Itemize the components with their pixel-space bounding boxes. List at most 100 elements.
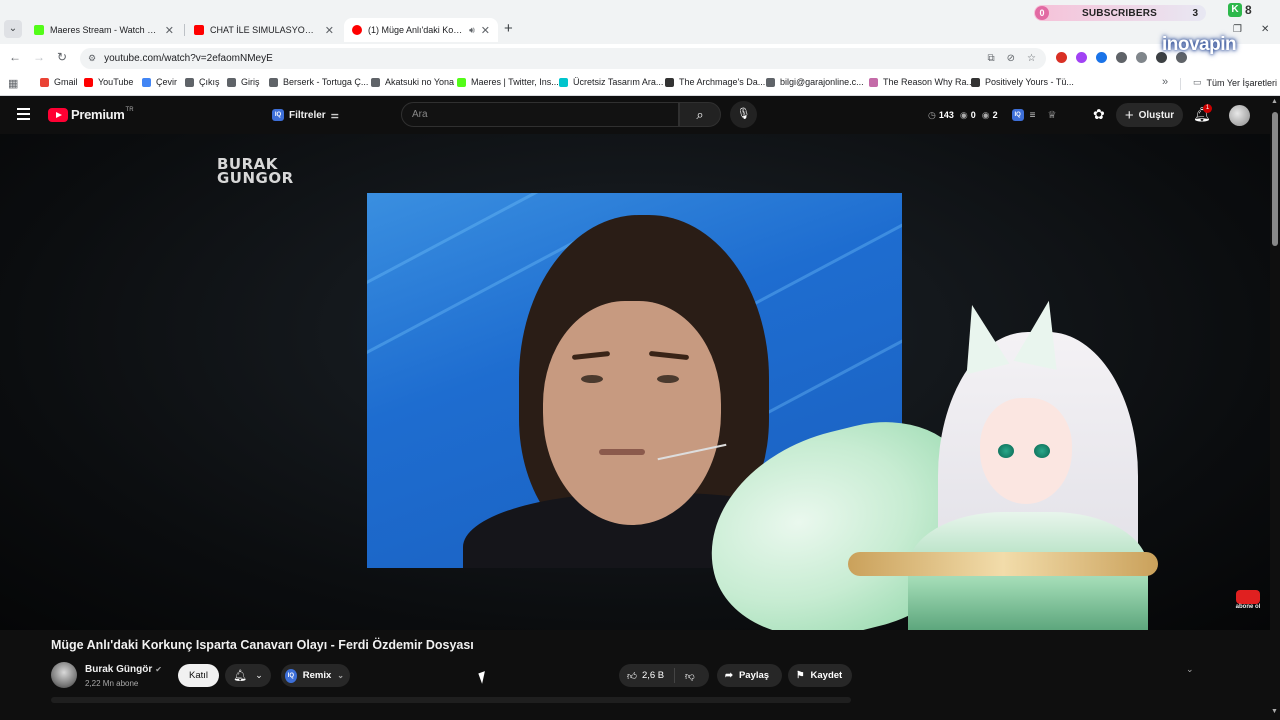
browser-tab-chat[interactable]: CHAT İLE SIMULASYON KEYFİ | ✕ xyxy=(186,18,342,42)
subscription-notification-button[interactable]: 🔔︎ ⌄ xyxy=(225,664,271,687)
bookmark-item[interactable]: Çıkış xyxy=(185,77,220,87)
account-avatar[interactable] xyxy=(1229,105,1250,126)
youtube-play-icon xyxy=(1236,590,1260,604)
close-icon[interactable]: ✕ xyxy=(325,24,334,37)
bookmark-item[interactable]: YouTube xyxy=(84,77,133,87)
back-icon[interactable]: ← xyxy=(9,50,21,64)
new-tab-button[interactable]: + xyxy=(504,20,513,37)
watermark-bottom: GUNGOR xyxy=(217,169,294,187)
install-app-icon[interactable]: ⧉ xyxy=(988,53,995,64)
url-text[interactable]: youtube.com/watch?v=2efaomNMeyE xyxy=(104,53,273,64)
scrollbar-thumb[interactable] xyxy=(1272,112,1278,246)
save-label: Kaydet xyxy=(810,670,843,681)
bookmark-label: Giriş xyxy=(241,77,260,87)
bookmark-favicon-icon xyxy=(142,77,151,87)
dislike-stat: ◉ 2 xyxy=(981,109,998,121)
remix-button[interactable]: IQ Remix ⌄ xyxy=(281,664,350,687)
browser-tab-maeres[interactable]: Maeres Stream - Watch Live on ✕ xyxy=(26,18,182,42)
bookmark-label: Ücretsiz Tasarım Ara... xyxy=(573,77,664,87)
create-button[interactable]: + Oluştur xyxy=(1116,103,1183,127)
all-bookmarks-folder[interactable]: ▭ Tüm Yer İşaretleri xyxy=(1193,77,1277,88)
person-face xyxy=(543,301,721,525)
tab-search-button[interactable]: ⌄ xyxy=(4,20,22,38)
bookmark-favicon-icon xyxy=(84,77,93,87)
scroll-up-icon[interactable]: ▲ xyxy=(1271,98,1278,105)
extension-icon[interactable] xyxy=(1096,52,1107,63)
browser-tab-strip: ⌄ Maeres Stream - Watch Live on ✕ CHAT İ… xyxy=(0,0,1280,44)
bookmark-item[interactable]: The Archmage's Da... xyxy=(665,77,765,87)
filters-button[interactable]: IQ Filtreler ⚌ xyxy=(272,105,339,125)
site-info-icon[interactable]: ⚙ xyxy=(88,53,96,64)
share-button[interactable]: ➦ Paylaş xyxy=(717,664,782,687)
page-scrollbar[interactable]: ▲ ▼ xyxy=(1270,96,1280,720)
share-label: Paylaş xyxy=(738,670,770,681)
more-actions-chevron-icon[interactable]: ⌄ xyxy=(1186,664,1194,675)
youtube-play-icon xyxy=(48,107,68,122)
youtube-logo[interactable]: Premium TR xyxy=(48,107,134,122)
search-placeholder: Ara xyxy=(412,109,428,120)
bookmark-item[interactable]: Berserk - Tortuga Ç... xyxy=(269,77,368,87)
dislike-button[interactable]: 👎︎ xyxy=(675,670,695,682)
join-button[interactable]: Katıl xyxy=(178,664,219,687)
bookmark-label: Maeres | Twitter, Ins... xyxy=(471,77,559,87)
bookmark-item[interactable]: bilgi@garajonline.c... xyxy=(766,77,864,87)
address-bar-row: ← → ↻ ⚙ youtube.com/watch?v=2efaomNMeyE … xyxy=(0,34,1280,72)
avatar-scroll xyxy=(848,552,1158,576)
bookmark-item[interactable]: Akatsuki no Yona xyxy=(371,77,454,87)
bookmark-item[interactable]: Çevir xyxy=(142,77,177,87)
omnibox[interactable]: ⚙ youtube.com/watch?v=2efaomNMeyE ⧉ ⊘ ☆ xyxy=(80,48,1046,69)
like-button[interactable]: 👍︎ 2,6 B xyxy=(619,668,675,683)
more-bookmarks-icon[interactable]: » xyxy=(1162,76,1168,88)
bookmark-label: bilgi@garajonline.c... xyxy=(780,77,864,87)
eye-off-icon[interactable]: ⊘ xyxy=(1007,53,1015,64)
video-details: Müge Anlı'daki Korkunç Isparta Canavarı … xyxy=(0,630,1270,720)
list-icon[interactable]: ≡ xyxy=(1030,110,1036,121)
browser-tab-active[interactable]: (1) Müge Anlı'daki Korkunç 🔊︎ ✕ xyxy=(344,18,498,42)
bookmark-item[interactable]: Gmail xyxy=(40,77,78,87)
bookmark-label: The Archmage's Da... xyxy=(679,77,766,87)
bookmark-favicon-icon xyxy=(971,77,980,87)
kick-logo-icon: K xyxy=(1228,3,1242,17)
extension-icon[interactable] xyxy=(1056,52,1067,63)
close-icon[interactable]: ✕ xyxy=(481,24,490,37)
award-icon[interactable]: ♕ xyxy=(1047,110,1056,121)
bookmark-item[interactable]: Ücretsiz Tasarım Ara... xyxy=(559,77,663,87)
voice-search-button[interactable]: 🎙︎ xyxy=(730,101,757,128)
iq-extension-icon[interactable]: IQ xyxy=(1011,109,1024,121)
subscribe-watermark[interactable]: abone ol xyxy=(1234,590,1262,614)
description-preview[interactable] xyxy=(51,697,851,703)
bookmark-star-icon[interactable]: ☆ xyxy=(1027,53,1036,64)
apps-grid-icon[interactable]: ▦ xyxy=(8,77,18,90)
channel-name[interactable]: Burak Güngör xyxy=(85,664,152,675)
extension-icon[interactable] xyxy=(1076,52,1087,63)
channel-avatar[interactable] xyxy=(51,662,77,688)
bookmark-favicon-icon xyxy=(766,77,775,87)
bookmark-item[interactable]: Maeres | Twitter, Ins... xyxy=(457,77,559,87)
video-player[interactable]: BURAK GUNGOR abone ol xyxy=(0,134,1270,630)
share-arrow-icon: ➦ xyxy=(725,670,733,681)
bookmark-item[interactable]: The Reason Why Ra... xyxy=(869,77,974,87)
menu-icon[interactable] xyxy=(17,108,30,120)
close-window-icon[interactable]: ✕ xyxy=(1261,24,1269,35)
remix-label: Remix xyxy=(302,670,332,681)
reload-icon[interactable]: ↻ xyxy=(57,50,67,64)
bookmark-item[interactable]: Positively Yours - Tü... xyxy=(971,77,1074,87)
close-icon[interactable]: ✕ xyxy=(165,24,174,37)
extension-icon[interactable] xyxy=(1136,52,1147,63)
save-button[interactable]: ⚑ Kaydet xyxy=(788,664,852,687)
search-input[interactable]: Ara xyxy=(401,102,679,127)
extension-icon[interactable] xyxy=(1116,52,1127,63)
logo-region: TR xyxy=(125,106,134,113)
forward-icon[interactable]: → xyxy=(33,50,45,64)
create-label: Oluştur xyxy=(1138,109,1175,121)
sparkle-icon[interactable]: ✿ xyxy=(1093,106,1105,123)
scroll-down-icon[interactable]: ▼ xyxy=(1271,708,1278,715)
bookmark-label: Akatsuki no Yona xyxy=(385,77,455,87)
view-stat: ◉ 0 xyxy=(959,109,976,121)
bookmark-item[interactable]: Giriş xyxy=(227,77,260,87)
vtuber-avatar-overlay xyxy=(687,296,1178,630)
folder-icon: ▭ xyxy=(1193,77,1202,87)
search-button[interactable]: ⌕ xyxy=(679,102,721,127)
channel-name-row[interactable]: Burak Güngör ✔ xyxy=(85,664,162,675)
speaker-icon[interactable]: 🔊︎ xyxy=(469,25,475,36)
